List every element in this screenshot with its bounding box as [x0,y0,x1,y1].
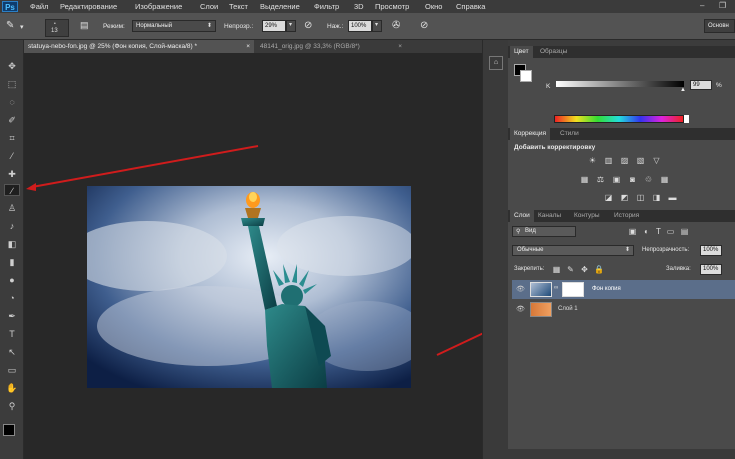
filter-smart-icon[interactable]: ▤ [680,227,689,236]
vibrance-icon[interactable]: ▽ [652,156,661,165]
tab-swatches[interactable]: Образцы [536,46,571,58]
selective-color-icon[interactable]: ◨ [652,193,661,202]
fill-label: Заливка: [666,266,691,272]
background-color-swatch[interactable] [520,70,532,82]
layer-opacity-input[interactable]: 100% [700,245,722,256]
layers-panel-body: ⚲ Вид ▣ ◐ T ▭ ▤ Обычные ⬍ Непрозрачность… [508,222,735,459]
brightness-icon[interactable]: ☀ [588,156,597,165]
color-panel-body: K ▲ 99 % [508,58,735,128]
lock-transparency-icon[interactable]: ▦ [552,265,561,274]
tab-paths[interactable]: Контуры [570,210,604,222]
lock-image-icon[interactable]: ✎ [566,265,575,274]
opacity-label: Непрозрачность: [642,247,690,253]
lock-position-icon[interactable]: ✥ [580,265,589,274]
curves-icon[interactable]: ▨ [620,156,629,165]
collapsed-panels-strip: ⌂ [482,40,508,459]
right-panels: Цвет Образцы K ▲ 99 % Коррекция Стили До… [508,40,735,459]
layer-name: Фон копия [592,286,621,292]
filter-pixel-icon[interactable]: ▣ [628,227,637,236]
history-panel-icon[interactable]: ⌂ [489,56,503,70]
photo-filter-icon[interactable]: ◙ [628,175,637,184]
layer-thumbnail [530,282,552,297]
balance-icon[interactable]: ⚖ [596,175,605,184]
layer-fill-input[interactable]: 100% [700,264,722,275]
bw-icon[interactable]: ▣ [612,175,621,184]
layer-name: Слой 1 [558,306,578,312]
levels-icon[interactable]: ▥ [604,156,613,165]
layer-row-copy[interactable]: 👁 ∞ Фон копия [512,280,735,299]
adjust-panel-header: Коррекция Стили [508,128,735,140]
filter-value: Вид [525,228,536,234]
search-icon: ⚲ [516,229,521,235]
filter-adjust-icon[interactable]: ◐ [642,227,651,236]
link-icon[interactable]: ∞ [554,285,558,291]
color-panel-header: Цвет Образцы [508,46,735,58]
adjust-title: Добавить корректировку [514,144,596,151]
channel-label: K [546,83,551,90]
gradient-map-icon[interactable]: ▬ [668,193,677,202]
exposure-icon[interactable]: ▧ [636,156,645,165]
layer-mask-thumbnail[interactable] [562,282,584,297]
tab-styles[interactable]: Стили [556,128,583,140]
filter-shape-icon[interactable]: ▭ [666,227,675,236]
posterize-icon[interactable]: ◩ [620,193,629,202]
tab-history[interactable]: История [610,210,643,222]
layers-bottom-bar [508,449,735,459]
filter-type-icon[interactable]: T [654,227,663,236]
lookup-icon[interactable]: ▦ [660,175,669,184]
lock-label: Закрепить: [514,266,545,272]
layer-thumbnail [530,302,552,317]
slider-thumb-icon[interactable]: ▲ [680,87,686,93]
chevron-down-icon: ⬍ [624,247,630,253]
spectrum-white[interactable] [684,115,689,123]
tab-channels[interactable]: Каналы [534,210,565,222]
tab-adjustments[interactable]: Коррекция [510,128,550,140]
layer-filter-select[interactable]: ⚲ Вид [512,226,576,237]
threshold-icon[interactable]: ◫ [636,193,645,202]
color-spectrum-bar[interactable] [554,115,684,123]
hue-icon[interactable]: ▦ [580,175,589,184]
k-value-input[interactable]: 99 [690,80,712,90]
arrow-to-brush [31,145,259,188]
mixer-icon[interactable]: ♲ [644,175,653,184]
tab-layers[interactable]: Слои [510,210,534,222]
lock-all-icon[interactable]: 🔒 [594,265,604,274]
blend-value: Обычные [517,247,544,253]
tab-color[interactable]: Цвет [510,46,533,58]
layer-row-1[interactable]: 👁 Слой 1 [512,300,735,319]
blend-mode-select[interactable]: Обычные ⬍ [512,245,634,256]
invert-icon[interactable]: ◪ [604,193,613,202]
k-slider[interactable] [556,81,684,87]
eye-icon[interactable]: 👁 [516,285,525,293]
percent-label: % [716,82,722,89]
layers-panel-header: Слои Каналы Контуры История [508,210,735,222]
arrowhead-icon [26,183,36,191]
eye-icon[interactable]: 👁 [516,305,525,313]
